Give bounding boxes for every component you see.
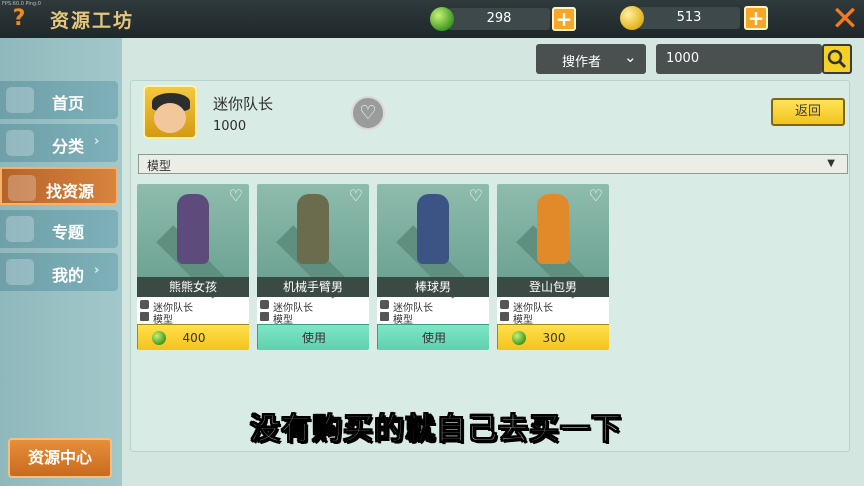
- resource-card[interactable]: ♡ 熊熊女孩 迷你队长 模型 400: [137, 184, 249, 350]
- sidebar-item-label: 首页: [52, 94, 85, 113]
- chevron-right-icon: ›: [94, 263, 100, 278]
- resource-card[interactable]: ♡ 机械手臂男 迷你队长 模型 使用: [257, 184, 369, 350]
- type-filter-dropdown[interactable]: 模型 ▼: [138, 154, 848, 174]
- type-icon: [500, 312, 509, 321]
- sidebar-item-mine[interactable]: 我的 ›: [0, 253, 118, 291]
- use-button[interactable]: 使用: [257, 324, 369, 350]
- sidebar-item-home[interactable]: 首页: [0, 81, 118, 119]
- close-button[interactable]: ✕: [828, 2, 862, 36]
- character-figure: [537, 194, 569, 264]
- page-title: 资源工坊: [50, 10, 135, 32]
- heart-icon: ♡: [359, 102, 377, 124]
- add-coins-button[interactable]: +: [744, 6, 768, 30]
- resource-center-button[interactable]: 资源中心: [8, 438, 112, 478]
- topic-icon: [6, 216, 34, 242]
- heart-icon[interactable]: ♡: [469, 186, 483, 205]
- sidebar-item-label: 专题: [52, 223, 85, 242]
- sidebar-item-topics[interactable]: 专题: [0, 210, 118, 248]
- character-figure: [177, 194, 209, 264]
- gem-icon: [512, 331, 526, 345]
- heart-icon[interactable]: ♡: [589, 186, 603, 205]
- author-icon: [500, 300, 509, 309]
- author-icon: [380, 300, 389, 309]
- chevron-down-icon: ⌄: [624, 48, 637, 66]
- sidebar-item-label: 找资源: [46, 182, 95, 201]
- use-button[interactable]: 使用: [377, 324, 489, 350]
- heart-icon[interactable]: ♡: [229, 186, 243, 205]
- heart-icon[interactable]: ♡: [349, 186, 363, 205]
- gem-balance: 298: [448, 8, 550, 30]
- author-name: 迷你队长: [213, 95, 274, 113]
- card-title: 机械手臂男: [257, 277, 369, 297]
- help-icon[interactable]: ?: [6, 6, 32, 32]
- author-icon: [140, 300, 149, 309]
- coin-icon: [620, 6, 644, 30]
- dropdown-value: 搜作者: [562, 55, 602, 70]
- gem-icon: [152, 331, 166, 345]
- author-id: 1000: [213, 119, 247, 134]
- triangle-down-icon: ▼: [827, 158, 835, 169]
- search-type-dropdown[interactable]: 搜作者 ⌄: [536, 44, 646, 74]
- avatar-face: [154, 103, 186, 133]
- type-icon: [380, 312, 389, 321]
- card-title: 登山包男: [497, 277, 609, 297]
- character-figure: [297, 194, 329, 264]
- search-input[interactable]: 1000: [656, 44, 822, 74]
- search-icon: [8, 175, 36, 201]
- chevron-right-icon: ›: [94, 134, 100, 149]
- category-icon: [6, 130, 34, 156]
- gem-icon: [430, 7, 454, 31]
- add-gems-button[interactable]: +: [552, 7, 576, 31]
- type-icon: [260, 312, 269, 321]
- author-icon: [260, 300, 269, 309]
- resource-card[interactable]: ♡ 棒球男 迷你队长 模型 使用: [377, 184, 489, 350]
- character-figure: [417, 194, 449, 264]
- sidebar-item-label: 我的: [52, 266, 85, 285]
- card-title: 熊熊女孩: [137, 277, 249, 297]
- search-icon: [827, 49, 847, 69]
- home-icon: [6, 87, 34, 113]
- coin-balance: 513: [638, 7, 740, 29]
- card-title: 棒球男: [377, 277, 489, 297]
- sidebar-item-label: 分类: [52, 137, 85, 156]
- sidebar-item-find-resources[interactable]: 找资源: [0, 167, 118, 205]
- buy-button[interactable]: 400: [137, 324, 249, 350]
- filter-label: 模型: [147, 159, 172, 173]
- follow-heart-button[interactable]: ♡: [351, 96, 385, 130]
- video-subtitle: 没有购买的就自己去买一下: [250, 412, 622, 448]
- avatar[interactable]: [143, 85, 197, 139]
- cat-icon: [6, 259, 34, 285]
- buy-button[interactable]: 300: [497, 324, 609, 350]
- back-button[interactable]: 返回: [771, 98, 845, 126]
- resource-card[interactable]: ♡ 登山包男 迷你队长 模型 300: [497, 184, 609, 350]
- search-button[interactable]: [822, 44, 852, 74]
- sidebar-item-category[interactable]: 分类 ›: [0, 124, 118, 162]
- type-icon: [140, 312, 149, 321]
